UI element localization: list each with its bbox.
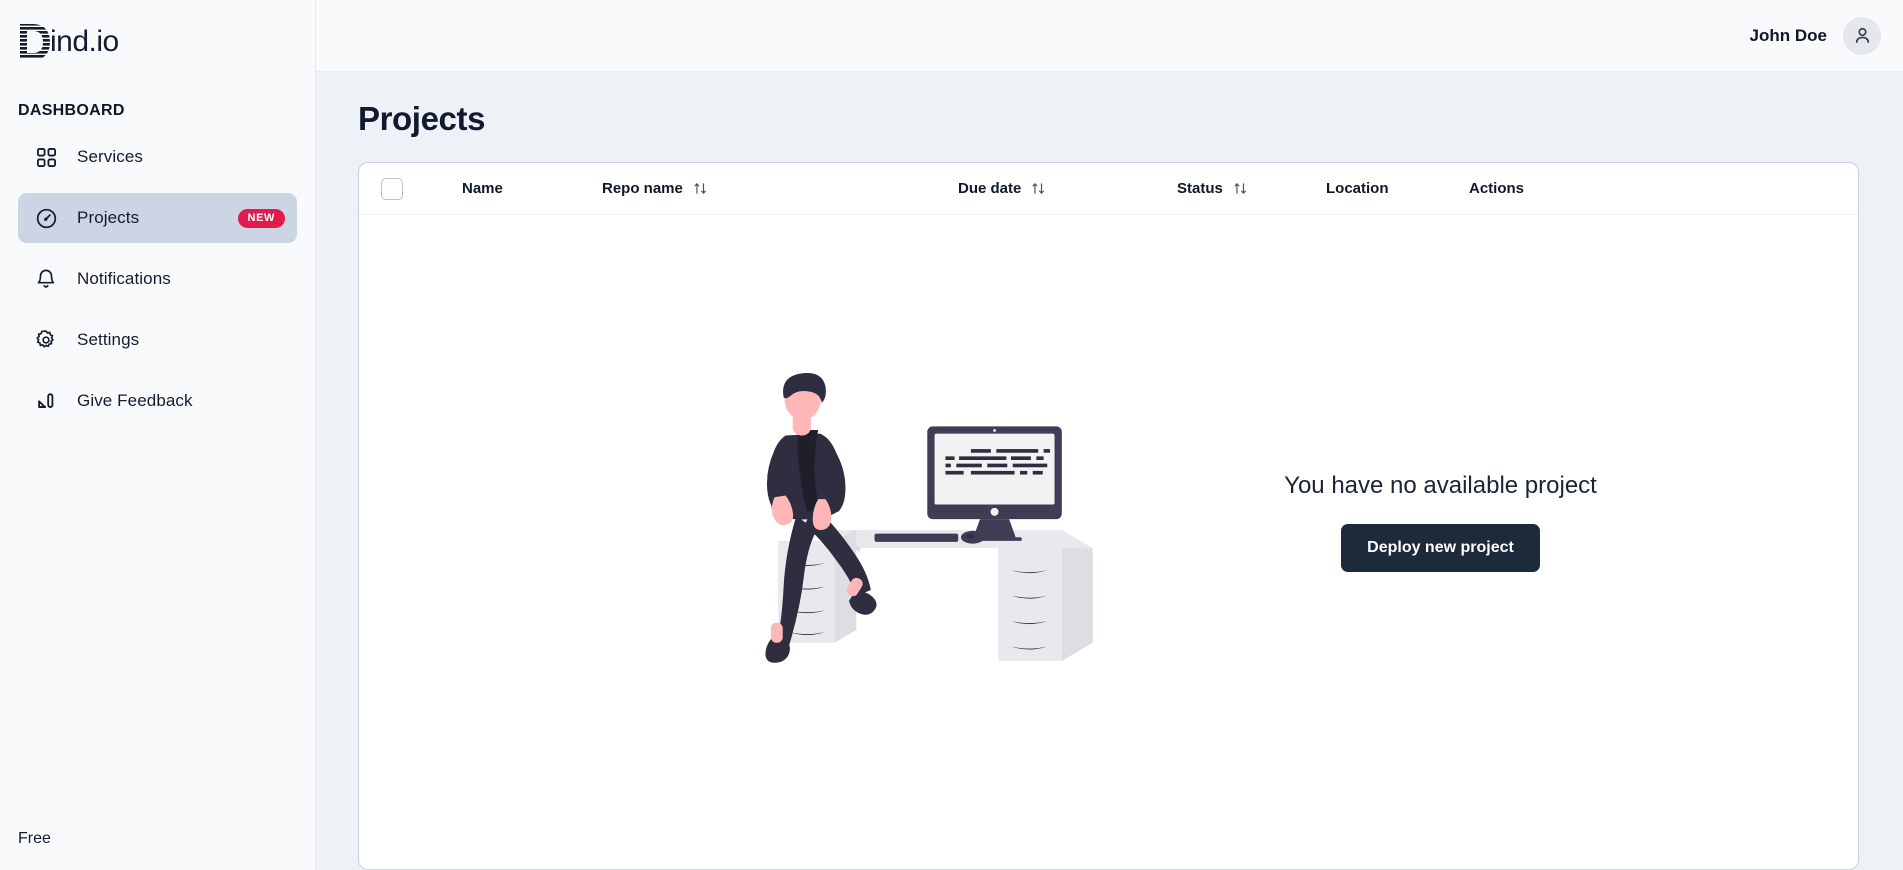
- gauge-icon: [32, 204, 60, 232]
- logo-area[interactable]: ind.io: [0, 0, 315, 72]
- striped-d-logo-icon: [20, 24, 50, 58]
- empty-state-content: You have no available project Deploy new…: [1284, 472, 1597, 572]
- empty-state-illustration: [620, 370, 1220, 675]
- sidebar-item-label: Notifications: [77, 269, 171, 288]
- user-name: John Doe: [1749, 25, 1827, 45]
- sidebar-nav: Services Projects NEW Notifications Sett…: [0, 132, 315, 437]
- user-icon: [1855, 27, 1869, 43]
- column-label: Actions: [1469, 180, 1525, 197]
- column-label: Status: [1177, 180, 1223, 197]
- column-header-status[interactable]: Status: [1177, 180, 1326, 197]
- person-sitting-at-desk-illustration: [765, 372, 1093, 663]
- topbar: John Doe: [316, 0, 1903, 72]
- sidebar-item-settings[interactable]: Settings: [18, 315, 297, 365]
- column-header-repo-name[interactable]: Repo name: [602, 180, 958, 197]
- sidebar-item-give-feedback[interactable]: Give Feedback: [18, 376, 297, 426]
- brand-logo[interactable]: ind.io: [18, 22, 315, 62]
- select-all-cell: [381, 177, 462, 200]
- nav-section-title: DASHBOARD: [18, 102, 125, 119]
- plan-label: Free: [18, 830, 51, 847]
- page-content: Projects Name Repo name Due date Status …: [316, 72, 1903, 870]
- column-header-name[interactable]: Name: [462, 180, 602, 197]
- column-header-due-date[interactable]: Due date: [958, 180, 1177, 197]
- column-header-location: Location: [1326, 180, 1469, 197]
- main-area: John Doe Projects Name Repo name Due dat…: [316, 0, 1903, 870]
- deploy-new-project-button[interactable]: Deploy new project: [1341, 524, 1540, 572]
- column-label: Repo name: [602, 180, 683, 197]
- table-empty-state: You have no available project Deploy new…: [359, 215, 1858, 869]
- status-badge-new: NEW: [237, 208, 285, 228]
- app-root: ind.io DASHBOARD Services Projects NEW N…: [0, 0, 1903, 870]
- sidebar-item-label: Settings: [77, 330, 140, 349]
- sidebar-item-services[interactable]: Services: [18, 132, 297, 182]
- pencil-square-icon: [32, 387, 60, 415]
- bell-icon: [32, 265, 60, 293]
- column-header-actions: Actions: [1469, 180, 1589, 197]
- brand-name: ind.io: [50, 25, 119, 58]
- page-title: Projects: [358, 100, 486, 137]
- sidebar-item-projects[interactable]: Projects NEW: [18, 193, 297, 243]
- gear-icon: [32, 326, 60, 354]
- sidebar: ind.io DASHBOARD Services Projects NEW N…: [0, 0, 316, 870]
- column-label: Name: [462, 180, 503, 197]
- projects-table-card: Name Repo name Due date Status Location …: [358, 162, 1859, 870]
- sidebar-item-label: Projects: [77, 208, 140, 227]
- column-label: Location: [1326, 180, 1389, 197]
- column-label: Due date: [958, 180, 1022, 197]
- sort-icon[interactable]: [1031, 181, 1046, 196]
- sidebar-item-label: Give Feedback: [77, 391, 193, 410]
- sort-icon[interactable]: [1233, 181, 1248, 196]
- sidebar-item-notifications[interactable]: Notifications: [18, 254, 297, 304]
- grid-icon: [32, 143, 60, 171]
- empty-state-message: You have no available project: [1284, 472, 1597, 499]
- sidebar-item-label: Services: [77, 147, 143, 166]
- select-all-checkbox[interactable]: [381, 177, 403, 200]
- avatar[interactable]: [1843, 16, 1881, 55]
- table-header-row: Name Repo name Due date Status Location …: [359, 163, 1858, 215]
- sort-icon[interactable]: [693, 181, 708, 196]
